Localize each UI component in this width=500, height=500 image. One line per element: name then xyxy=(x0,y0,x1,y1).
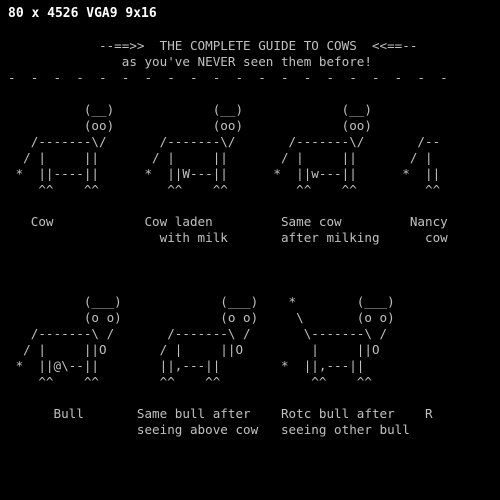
bull-row-belly: * ||@\--|| ||,---|| * ||,---|| xyxy=(8,358,365,373)
cow-row-1-head-top: (__) (__) (__) xyxy=(8,102,372,117)
terminal-screen: 80 x 4526 VGA9 9x16 --==>> THE COMPLETE … xyxy=(0,0,500,500)
video-mode-status: 80 x 4526 VGA9 9x16 xyxy=(8,6,157,21)
cow-row-1-head-face: (oo) (oo) (oo) xyxy=(8,118,372,133)
guide-subtitle-line: as you've NEVER seen them before! xyxy=(8,54,372,69)
cow-row-1-caption-continued: with milk after milking cow xyxy=(8,230,448,245)
bull-row-body: / | ||O / | ||O | ||O xyxy=(8,342,380,357)
terminal-output: --==>> THE COMPLETE GUIDE TO COWS <<==--… xyxy=(8,38,448,438)
cow-row-1-hooves: ^^ ^^ ^^ ^^ ^^ ^^ ^^ xyxy=(8,182,441,197)
bull-row-caption-continued: seeing above cow seeing other bull xyxy=(8,422,410,437)
dashed-separator-line: - - - - - - - - - - - - - - - - - - - - xyxy=(8,70,448,85)
cow-row-1-body: / | || / | || / | || / | xyxy=(8,150,433,165)
bull-row-caption: Bull Same bull after Rotc bull after R xyxy=(8,406,433,421)
bull-row-head-face: (o o) (o o) \ (o o) xyxy=(8,310,395,325)
guide-title-line: --==>> THE COMPLETE GUIDE TO COWS <<==-- xyxy=(8,38,418,53)
bull-row-back: /-------\ / /-------\ / \-------\ / xyxy=(8,326,388,341)
bull-row-head-top: (___) (___) * (___) xyxy=(8,294,395,309)
cow-row-1-back: /-------\/ /-------\/ /-------\/ /-- xyxy=(8,134,441,149)
cow-row-1-belly: * ||----|| * ||W---|| * ||w---|| * || xyxy=(8,166,441,181)
bull-row-hooves: ^^ ^^ ^^ ^^ ^^ ^^ xyxy=(8,374,372,389)
cow-row-1-caption: Cow Cow laden Same cow Nancy xyxy=(8,214,448,229)
